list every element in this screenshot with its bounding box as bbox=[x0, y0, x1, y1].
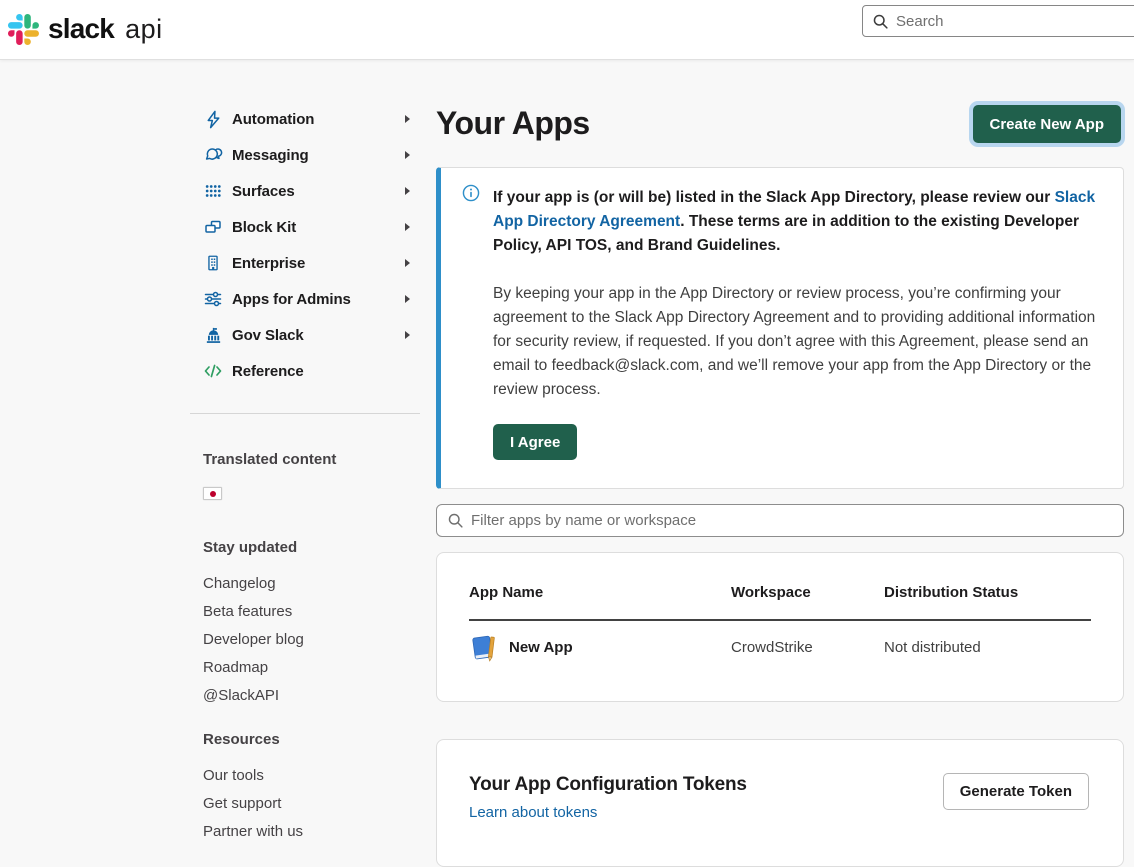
list-item: Our tools bbox=[190, 761, 420, 789]
logo-wordmark: slack bbox=[48, 13, 114, 45]
apps-table-header: App Name Workspace Distribution Status bbox=[469, 583, 1091, 603]
our-tools-link[interactable]: Our tools bbox=[203, 767, 264, 784]
chevron-right-icon bbox=[405, 223, 410, 231]
create-new-app-button[interactable]: Create New App bbox=[973, 105, 1121, 143]
column-header-distribution-status: Distribution Status bbox=[884, 583, 1093, 603]
filter-apps-input[interactable] bbox=[471, 512, 1071, 529]
sidebar-item-label: Surfaces bbox=[232, 183, 295, 200]
app-icon bbox=[469, 631, 499, 664]
sidebar-item-block-kit[interactable]: Block Kit bbox=[190, 209, 420, 245]
search-input[interactable] bbox=[896, 13, 1116, 30]
i-agree-button[interactable]: I Agree bbox=[493, 424, 577, 460]
chevron-right-icon bbox=[405, 115, 410, 123]
list-item: Partner with us bbox=[190, 817, 420, 845]
list-item: Developer blog bbox=[190, 625, 420, 653]
info-icon bbox=[462, 184, 480, 207]
resources-heading: Resources bbox=[190, 731, 420, 748]
config-tokens-card: Your App Configuration Tokens Learn abou… bbox=[436, 739, 1124, 867]
app-name[interactable]: New App bbox=[509, 639, 573, 656]
resources-links: Our tools Get support Partner with us bbox=[190, 761, 420, 845]
chat-bubbles-icon bbox=[203, 145, 223, 165]
sliders-icon bbox=[203, 289, 223, 309]
beta-features-link[interactable]: Beta features bbox=[203, 603, 292, 620]
sidebar-item-messaging[interactable]: Messaging bbox=[190, 137, 420, 173]
sidebar-item-apps-for-admins[interactable]: Apps for Admins bbox=[190, 281, 420, 317]
apps-table-card: App Name Workspace Distribution Status bbox=[436, 552, 1124, 702]
sidebar-item-reference[interactable]: Reference bbox=[190, 353, 420, 389]
changelog-link[interactable]: Changelog bbox=[203, 575, 276, 592]
slack-mark-icon bbox=[8, 14, 39, 45]
generate-token-button[interactable]: Generate Token bbox=[943, 773, 1089, 810]
sidebar-item-label: Automation bbox=[232, 111, 314, 128]
partner-with-us-link[interactable]: Partner with us bbox=[203, 823, 303, 840]
code-icon bbox=[203, 361, 223, 381]
get-support-link[interactable]: Get support bbox=[203, 795, 281, 812]
building-icon bbox=[203, 253, 223, 273]
sidebar-item-automation[interactable]: Automation bbox=[190, 101, 420, 137]
notice-text: If your app is (or will be) listed in th… bbox=[493, 189, 1055, 206]
translated-content-heading: Translated content bbox=[190, 451, 420, 468]
japan-flag-icon[interactable] bbox=[203, 487, 222, 500]
sidebar-item-enterprise[interactable]: Enterprise bbox=[190, 245, 420, 281]
search-icon bbox=[872, 13, 889, 30]
app-workspace: CrowdStrike bbox=[731, 639, 884, 656]
sidebar-item-label: Reference bbox=[232, 363, 304, 380]
bolt-icon bbox=[203, 109, 223, 129]
slack-api-logo[interactable]: slack api bbox=[8, 13, 163, 45]
notice-paragraph-2: By keeping your app in the App Directory… bbox=[493, 282, 1097, 402]
filter-apps-box[interactable] bbox=[436, 504, 1124, 537]
slackapi-twitter-link[interactable]: @SlackAPI bbox=[203, 687, 279, 704]
app-distribution-status: Not distributed bbox=[884, 639, 1093, 656]
learn-about-tokens-link[interactable]: Learn about tokens bbox=[469, 804, 597, 821]
stay-updated-links: Changelog Beta features Developer blog R… bbox=[190, 569, 420, 709]
dots-grid-icon bbox=[203, 181, 223, 201]
chevron-right-icon bbox=[405, 295, 410, 303]
roadmap-link[interactable]: Roadmap bbox=[203, 659, 268, 676]
sidebar-item-gov-slack[interactable]: Gov Slack bbox=[190, 317, 420, 353]
sidebar-item-surfaces[interactable]: Surfaces bbox=[190, 173, 420, 209]
stay-updated-heading: Stay updated bbox=[190, 539, 420, 556]
search-icon bbox=[447, 512, 464, 529]
capitol-icon bbox=[203, 325, 223, 345]
column-header-app-name: App Name bbox=[469, 583, 731, 603]
developer-blog-link[interactable]: Developer blog bbox=[203, 631, 304, 648]
global-search[interactable] bbox=[862, 5, 1134, 37]
sidebar-item-label: Enterprise bbox=[232, 255, 305, 272]
list-item: Get support bbox=[190, 789, 420, 817]
sidebar-divider bbox=[190, 413, 420, 414]
list-item: Changelog bbox=[190, 569, 420, 597]
column-header-workspace: Workspace bbox=[731, 583, 884, 603]
chevron-right-icon bbox=[405, 259, 410, 267]
chevron-right-icon bbox=[405, 331, 410, 339]
blocks-icon bbox=[203, 217, 223, 237]
list-item: Roadmap bbox=[190, 653, 420, 681]
sidebar-item-label: Block Kit bbox=[232, 219, 296, 236]
table-header-rule bbox=[469, 619, 1091, 621]
list-item: Beta features bbox=[190, 597, 420, 625]
sidebar-item-label: Apps for Admins bbox=[232, 291, 351, 308]
sidebar-item-label: Gov Slack bbox=[232, 327, 304, 344]
notice-paragraph-1: If your app is (or will be) listed in th… bbox=[493, 186, 1097, 258]
table-row[interactable]: New App CrowdStrike Not distributed bbox=[469, 623, 1091, 671]
chevron-right-icon bbox=[405, 151, 410, 159]
logo-suffix: api bbox=[125, 14, 163, 45]
sidebar-item-label: Messaging bbox=[232, 147, 309, 164]
sidebar-nav: Automation Messaging Surfaces Bl bbox=[190, 101, 420, 845]
list-item: @SlackAPI bbox=[190, 681, 420, 709]
main-content: Your Apps Create New App If your app is … bbox=[436, 100, 1124, 867]
app-directory-notice: If your app is (or will be) listed in th… bbox=[436, 167, 1124, 489]
top-header: slack api bbox=[0, 0, 1134, 60]
chevron-right-icon bbox=[405, 187, 410, 195]
